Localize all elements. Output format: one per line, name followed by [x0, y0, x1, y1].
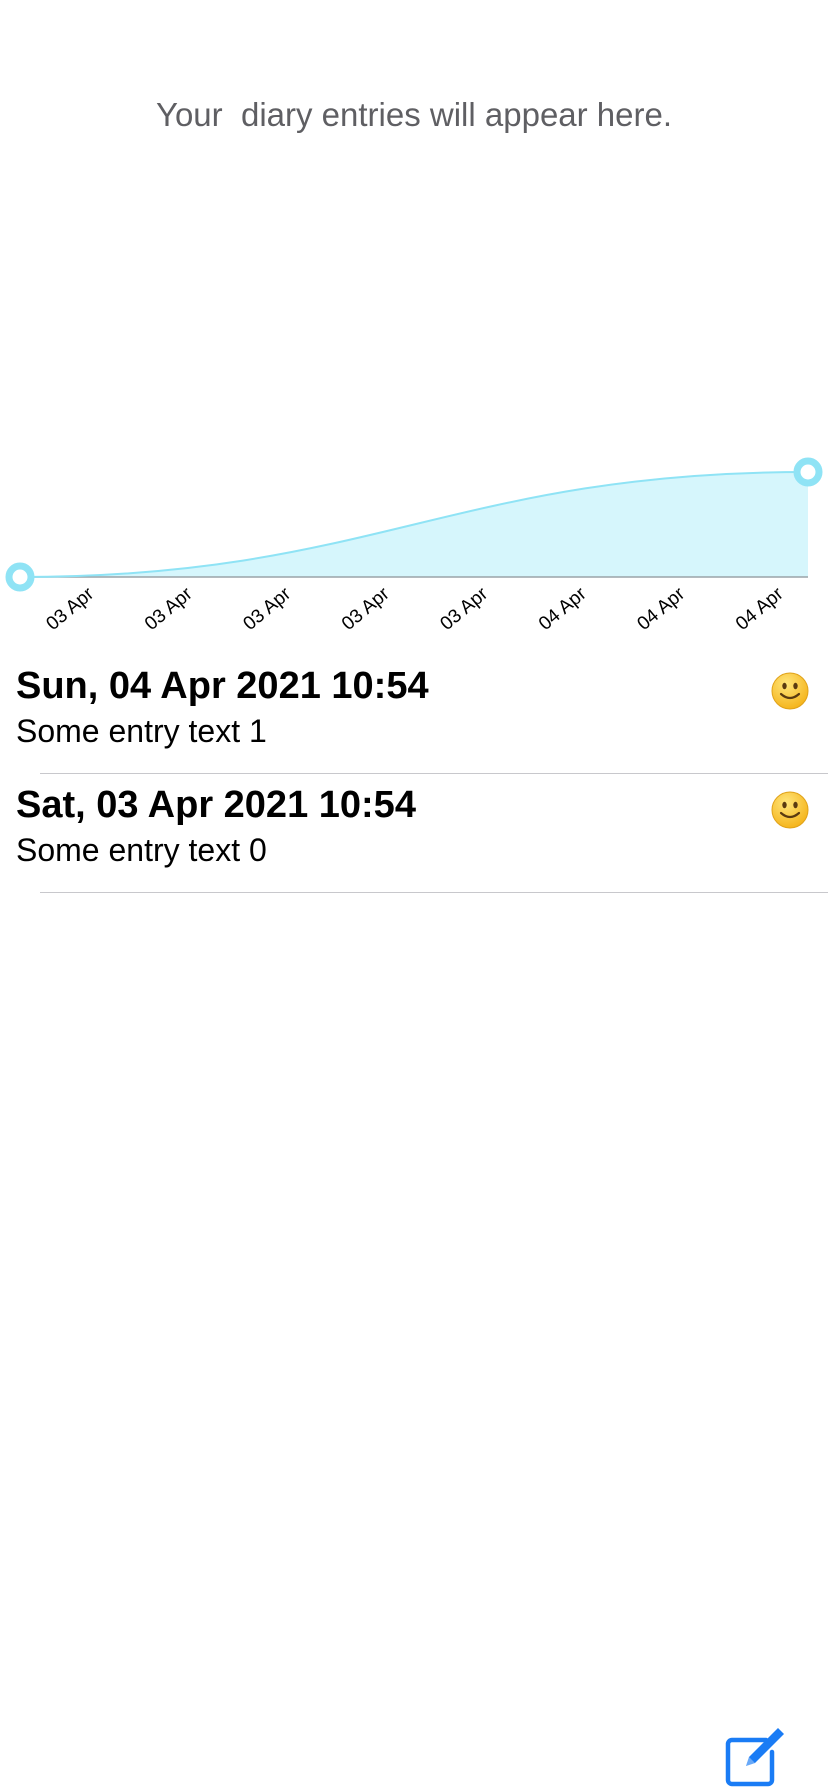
chart-x-tick-label: 03 Apr [239, 583, 295, 635]
slightly-smiling-face-icon [771, 791, 809, 829]
row-divider [40, 892, 828, 893]
list-item[interactable]: Sat, 03 Apr 2021 10:54 Some entry text 0 [0, 774, 828, 893]
chart-x-tick-label: 03 Apr [42, 583, 98, 635]
slightly-smiling-face-icon [771, 672, 809, 710]
entry-date: Sat, 03 Apr 2021 10:54 [16, 784, 416, 826]
list-item[interactable]: Sun, 04 Apr 2021 10:54 Some entry text 1 [0, 655, 828, 774]
empty-state-message: Your diary entries will appear here. [155, 96, 673, 133]
chart-point [5, 562, 35, 592]
chart-x-tick-label: 03 Apr [141, 583, 197, 635]
entries-list: Sun, 04 Apr 2021 10:54 Some entry text 1… [0, 655, 828, 893]
mood-chart: 03 Apr 03 Apr 03 Apr 03 Apr 03 Apr 04 Apr 04 A… [5, 457, 823, 635]
chart-x-tick-label: 04 Apr [633, 583, 689, 635]
chart-x-tick-label: 04 Apr [732, 583, 788, 635]
compose-icon[interactable] [722, 1726, 786, 1788]
chart-point [793, 457, 823, 487]
entry-date: Sun, 04 Apr 2021 10:54 [16, 665, 429, 707]
chart-x-tick-label: 03 Apr [338, 583, 394, 635]
entry-text: Some entry text 0 [16, 832, 267, 868]
chart-x-tick-label: 03 Apr [436, 583, 492, 635]
chart-x-tick-label: 04 Apr [535, 583, 591, 635]
entry-text: Some entry text 1 [16, 713, 267, 749]
